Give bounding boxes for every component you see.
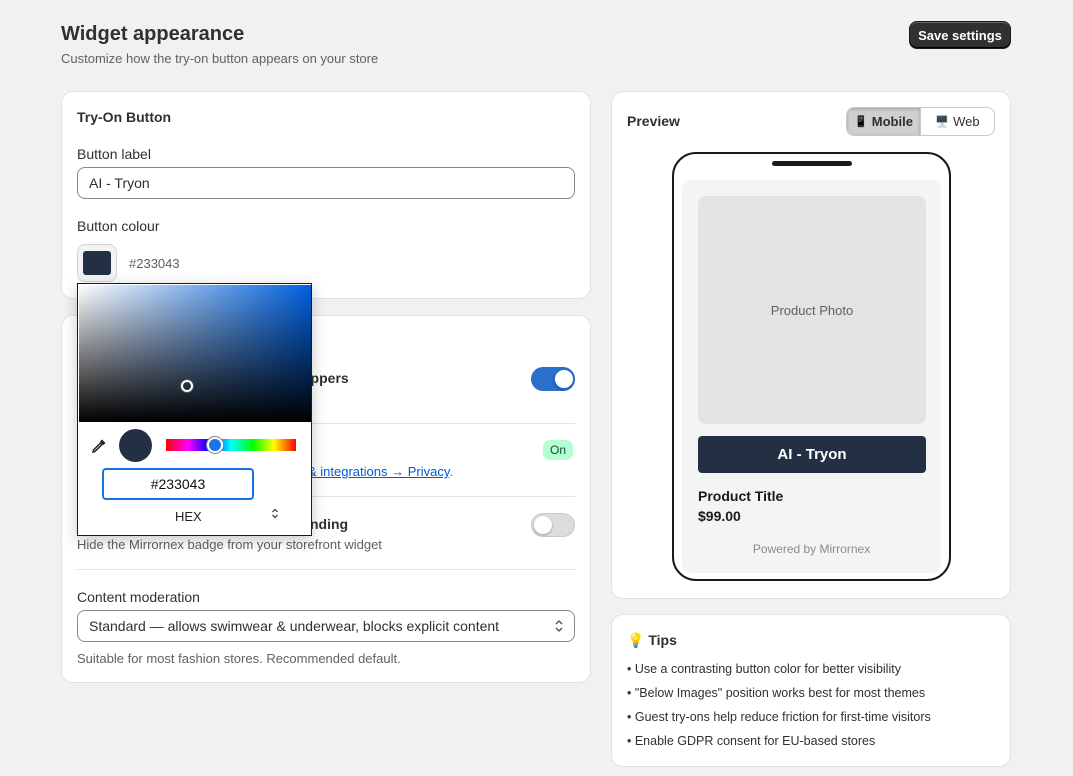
tips-list: • Use a contrasting button color for bet… bbox=[627, 662, 931, 758]
eyedropper-icon[interactable] bbox=[91, 438, 107, 454]
product-photo-label: Product Photo bbox=[770, 302, 854, 318]
tips-card: 💡 Tips • Use a contrasting button color … bbox=[611, 614, 1011, 767]
gdpr-help-text: & integrations → Privacy. bbox=[308, 464, 453, 479]
divider bbox=[77, 569, 575, 570]
phone-icon: 📱 bbox=[854, 116, 868, 128]
button-label-input[interactable] bbox=[77, 167, 575, 199]
product-title: Product Title bbox=[698, 488, 784, 504]
color-mode-label: HEX bbox=[175, 509, 202, 524]
phone-notch bbox=[772, 161, 852, 166]
phone-screen: Product Photo AI - Tryon Product Title $… bbox=[682, 180, 941, 573]
hex-value-input[interactable] bbox=[102, 468, 254, 500]
colour-swatch-button[interactable] bbox=[77, 244, 117, 282]
mobile-label: Mobile bbox=[871, 114, 913, 129]
colour-swatch bbox=[83, 251, 111, 275]
card-title: 💡 Tips bbox=[627, 632, 677, 649]
phone-mockup: Product Photo AI - Tryon Product Title $… bbox=[672, 152, 951, 581]
web-label: Web bbox=[953, 114, 980, 129]
card-title: Preview bbox=[627, 113, 680, 129]
list-item: • "Below Images" position works best for… bbox=[627, 686, 926, 700]
button-colour-label: Button colour bbox=[77, 218, 160, 234]
color-mode-toggle-icon[interactable] bbox=[271, 508, 279, 521]
product-photo-placeholder: Product Photo bbox=[698, 196, 926, 424]
list-item: • Guest try-ons help reduce friction for… bbox=[627, 710, 931, 724]
remove-branding-title: nding bbox=[310, 516, 349, 532]
page-title: Widget appearance bbox=[61, 23, 245, 45]
content-moderation-select[interactable]: Standard — allows swimwear & underwear, … bbox=[77, 610, 575, 642]
toggle-knob bbox=[554, 369, 574, 389]
list-item: • Enable GDPR consent for EU-based store… bbox=[627, 734, 876, 748]
button-label-label: Button label bbox=[77, 146, 151, 162]
remove-branding-help: Hide the Mirrornex badge from your store… bbox=[77, 537, 382, 552]
gdpr-status-badge: On bbox=[543, 440, 574, 460]
powered-by-text: Powered by Mirrornex bbox=[752, 542, 871, 556]
product-price: $99.00 bbox=[698, 508, 741, 524]
list-item: • Use a contrasting button color for bet… bbox=[627, 662, 901, 676]
web-view-button[interactable]: 🖥️ Web bbox=[920, 108, 994, 135]
remove-branding-toggle[interactable] bbox=[531, 513, 575, 537]
content-moderation-value: Standard — allows swimwear & underwear, … bbox=[89, 618, 500, 634]
device-toggle: 📱 Mobile 🖥️ Web bbox=[846, 107, 995, 136]
content-moderation-label: Content moderation bbox=[77, 589, 200, 605]
color-picker-popover: HEX bbox=[77, 283, 312, 536]
save-settings-button[interactable]: Save settings bbox=[909, 21, 1011, 49]
select-chevron-icon bbox=[555, 620, 563, 632]
desktop-icon: 🖥️ bbox=[935, 116, 950, 128]
guest-tryon-toggle[interactable] bbox=[531, 367, 575, 391]
saturation-area[interactable] bbox=[79, 285, 311, 422]
gdpr-help-suffix: . bbox=[449, 464, 453, 479]
content-moderation-help: Suitable for most fashion stores. Recomm… bbox=[77, 651, 401, 666]
toggle-knob bbox=[534, 516, 552, 534]
hue-slider-handle[interactable] bbox=[207, 437, 223, 453]
color-preview-swatch bbox=[119, 429, 152, 462]
saturation-handle[interactable] bbox=[181, 380, 193, 392]
colour-hex-text: #233043 bbox=[129, 256, 180, 271]
mobile-view-button[interactable]: 📱 Mobile bbox=[847, 108, 920, 135]
tips-title: Tips bbox=[648, 632, 677, 648]
page-subtitle: Customize how the try-on button appears … bbox=[61, 51, 379, 66]
privacy-settings-link[interactable]: & integrations → Privacy bbox=[308, 464, 449, 479]
tryon-button-card: Try-On Button Button label Button colour… bbox=[61, 91, 591, 299]
hue-slider[interactable] bbox=[166, 437, 296, 453]
preview-tryon-button: AI - Tryon bbox=[698, 436, 926, 473]
lightbulb-icon: 💡 bbox=[627, 632, 645, 648]
preview-card: Preview 📱 Mobile 🖥️ Web Product Photo AI… bbox=[611, 91, 1011, 599]
card-title: Try-On Button bbox=[77, 109, 172, 125]
